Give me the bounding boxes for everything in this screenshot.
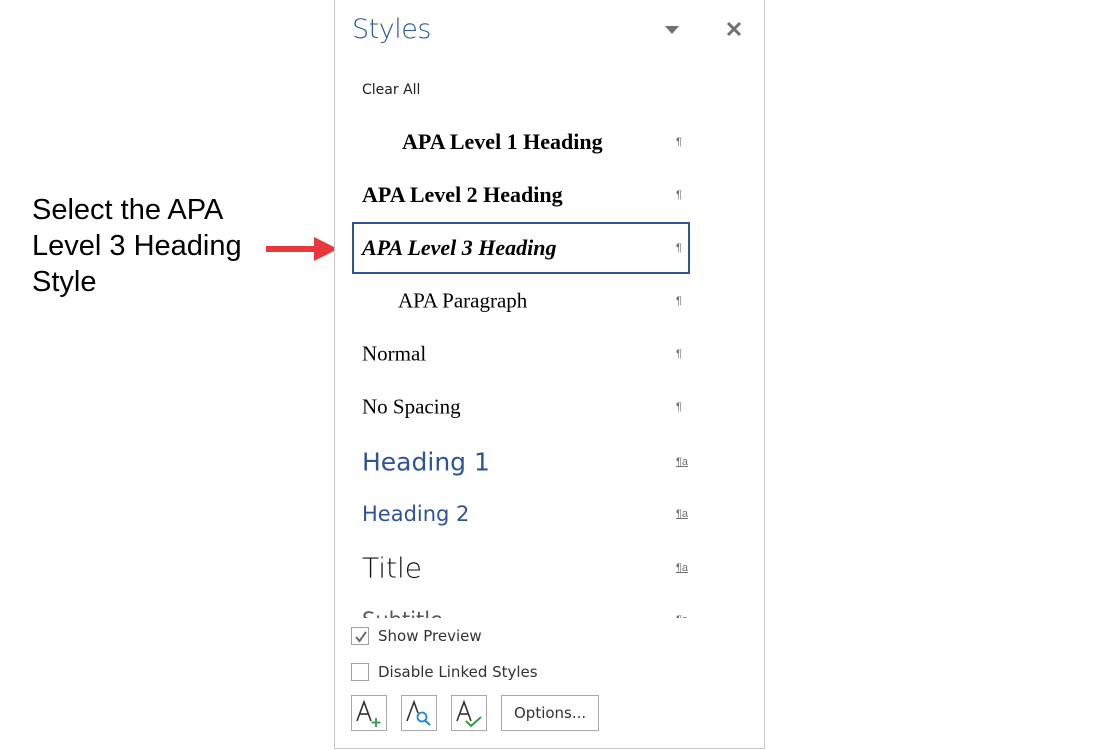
paragraph-mark-icon: ¶: [676, 242, 682, 254]
style-item-heading-1[interactable]: Heading 1 ¶a: [352, 442, 690, 482]
style-item-apa-level-3-heading[interactable]: APA Level 3 Heading ¶: [352, 222, 690, 274]
style-item-title[interactable]: Title ¶a: [352, 546, 690, 590]
red-arrow-icon: [266, 237, 338, 261]
style-name: Subtitle: [362, 608, 443, 618]
style-item-heading-2[interactable]: Heading 2 ¶a: [352, 496, 690, 532]
style-name: APA Level 2 Heading: [362, 182, 563, 207]
checkbox-checked[interactable]: [351, 627, 369, 645]
style-item-apa-level-1-heading[interactable]: APA Level 1 Heading ¶: [352, 124, 690, 160]
annotation-line-2: Level 3 Heading: [32, 230, 242, 262]
dropdown-triangle-icon[interactable]: [665, 26, 679, 34]
style-name: Normal: [362, 341, 427, 366]
style-name: APA Paragraph: [398, 288, 528, 313]
instruction-annotation: Select the APA Level 3 Heading Style: [32, 192, 242, 300]
paragraph-mark-icon: ¶: [676, 189, 682, 201]
pane-button-row: Options...: [351, 695, 600, 731]
style-inspector-icon: [406, 699, 431, 726]
paragraph-mark-icon: ¶: [676, 401, 682, 413]
manage-styles-icon: [456, 699, 482, 728]
style-name: No Spacing: [362, 394, 461, 419]
annotation-line-1: Select the APA: [32, 194, 224, 226]
style-inspector-button[interactable]: [401, 695, 437, 731]
disable-linked-styles-checkbox[interactable]: Disable Linked Styles: [351, 661, 538, 683]
linked-style-mark-icon: ¶a: [676, 456, 689, 468]
show-preview-checkbox[interactable]: Show Preview: [351, 625, 482, 647]
style-name: APA Level 3 Heading: [362, 235, 557, 260]
paragraph-mark-icon: ¶: [676, 136, 682, 148]
clear-all-link[interactable]: Clear All: [362, 82, 420, 98]
close-x-icon[interactable]: [723, 18, 745, 40]
style-item-apa-paragraph[interactable]: APA Paragraph ¶: [352, 283, 690, 319]
style-item-apa-level-2-heading[interactable]: APA Level 2 Heading ¶: [352, 177, 690, 213]
style-item-subtitle[interactable]: Subtitle ¶a: [352, 602, 690, 618]
checkbox-unchecked[interactable]: [351, 663, 369, 681]
paragraph-mark-icon: ¶: [676, 295, 682, 307]
style-name: Heading 2: [362, 502, 470, 526]
style-item-no-spacing[interactable]: No Spacing ¶: [352, 389, 690, 425]
style-list: Clear All APA Level 1 Heading ¶ APA Leve…: [352, 70, 692, 618]
options-button[interactable]: Options...: [501, 695, 600, 731]
style-name: Title: [362, 551, 423, 585]
show-preview-label: Show Preview: [378, 627, 482, 645]
manage-styles-button[interactable]: [451, 695, 487, 731]
style-name: Heading 1: [362, 447, 490, 477]
linked-style-mark-icon: ¶a: [676, 614, 688, 618]
linked-style-mark-icon: ¶a: [676, 562, 689, 574]
new-style-button[interactable]: [351, 695, 387, 731]
style-name: APA Level 1 Heading: [402, 129, 603, 154]
linked-style-mark-icon: ¶a: [676, 508, 689, 520]
disable-linked-styles-label: Disable Linked Styles: [378, 663, 538, 681]
pane-title: Styles: [352, 14, 431, 45]
new-style-icon: [356, 699, 381, 727]
styles-pane: Styles Clear All APA Level 1 Heading ¶ A…: [334, 0, 765, 749]
style-item-normal[interactable]: Normal ¶: [352, 336, 690, 372]
paragraph-mark-icon: ¶: [676, 348, 682, 360]
annotation-line-3: Style: [32, 266, 97, 298]
checkmark-icon: [355, 631, 367, 643]
